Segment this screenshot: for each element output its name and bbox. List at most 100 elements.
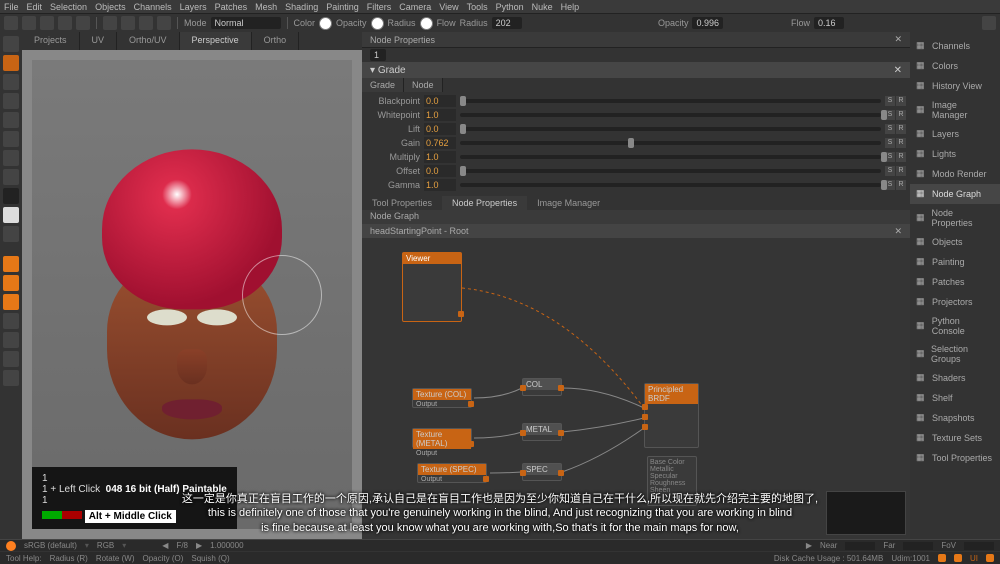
- opacity-value[interactable]: 0.996: [692, 17, 723, 29]
- close-icon[interactable]: ✕: [894, 226, 902, 237]
- node-principled-brdf[interactable]: Principled BRDF: [644, 383, 699, 448]
- erase-mode-icon[interactable]: [3, 275, 19, 291]
- bg-color-swatch[interactable]: [3, 207, 19, 223]
- panel-objects[interactable]: ▦Objects: [910, 232, 1000, 252]
- param-slider[interactable]: [460, 155, 881, 159]
- menu-tools[interactable]: Tools: [467, 2, 488, 12]
- menu-file[interactable]: File: [4, 2, 19, 12]
- menu-layers[interactable]: Layers: [180, 2, 207, 12]
- node-col[interactable]: COL: [522, 378, 562, 396]
- param-slider[interactable]: [460, 183, 881, 187]
- radius-value[interactable]: 202: [492, 17, 522, 29]
- swap-colors-icon[interactable]: [3, 226, 19, 242]
- tab-ortho[interactable]: Ortho: [252, 32, 300, 50]
- status-dot-2[interactable]: [954, 554, 962, 562]
- param-s-button[interactable]: S: [885, 138, 895, 148]
- menu-objects[interactable]: Objects: [95, 2, 126, 12]
- copy-icon[interactable]: [103, 16, 117, 30]
- paste-icon[interactable]: [121, 16, 135, 30]
- pointer-tool-icon[interactable]: [3, 36, 19, 52]
- file-save-icon[interactable]: [40, 16, 54, 30]
- tab-node-props[interactable]: Node Properties: [442, 196, 527, 210]
- param-value[interactable]: 0.0: [424, 95, 456, 107]
- grade-tab[interactable]: Grade: [362, 78, 404, 92]
- status-dot-1[interactable]: [938, 554, 946, 562]
- node-texture-spec[interactable]: Texture (SPEC)Output: [417, 463, 487, 483]
- eyedrop-tool-icon[interactable]: [3, 150, 19, 166]
- node-texture-metal[interactable]: Texture (METAL)Output: [412, 428, 472, 448]
- paint-mode-icon[interactable]: [3, 256, 19, 272]
- panel-image-manager[interactable]: ▦Image Manager: [910, 96, 1000, 124]
- text-tool-icon[interactable]: [3, 351, 19, 367]
- param-s-button[interactable]: S: [885, 96, 895, 106]
- fg-color-swatch[interactable]: [3, 188, 19, 204]
- param-r-button[interactable]: R: [896, 110, 906, 120]
- node-tab[interactable]: Node: [404, 78, 443, 92]
- menu-painting[interactable]: Painting: [326, 2, 359, 12]
- panel-modo-render[interactable]: ▦Modo Render: [910, 164, 1000, 184]
- tab-projects[interactable]: Projects: [22, 32, 80, 50]
- undo-icon[interactable]: [58, 16, 72, 30]
- menu-selection[interactable]: Selection: [50, 2, 87, 12]
- node-index[interactable]: 1: [370, 49, 386, 61]
- status-dot-3[interactable]: [986, 554, 994, 562]
- param-value[interactable]: 0.0: [424, 123, 456, 135]
- panel-channels[interactable]: ▦Channels: [910, 36, 1000, 56]
- lasso-tool-icon[interactable]: [3, 74, 19, 90]
- param-r-button[interactable]: R: [896, 96, 906, 106]
- param-r-button[interactable]: R: [896, 152, 906, 162]
- select-icon[interactable]: [139, 16, 153, 30]
- flow-radio[interactable]: [420, 17, 433, 30]
- param-slider[interactable]: [460, 141, 881, 145]
- panel-painting[interactable]: ▦Painting: [910, 252, 1000, 272]
- viewport-3d[interactable]: 1 1 + Left Click 048 16 bit (Half) Paint…: [22, 50, 362, 539]
- menu-view[interactable]: View: [439, 2, 458, 12]
- exposure-value[interactable]: 1.000000: [210, 541, 243, 550]
- node-spec[interactable]: SPEC: [522, 463, 562, 481]
- panel-node-properties[interactable]: ▦Node Properties: [910, 204, 1000, 232]
- flow-value[interactable]: 0.16: [814, 17, 844, 29]
- tab-image-mgr[interactable]: Image Manager: [527, 196, 610, 210]
- param-r-button[interactable]: R: [896, 124, 906, 134]
- param-slider[interactable]: [460, 99, 881, 103]
- param-slider[interactable]: [460, 113, 881, 117]
- rgb-label[interactable]: RGB: [97, 541, 114, 550]
- render-indicator-icon[interactable]: [6, 541, 16, 551]
- menu-edit[interactable]: Edit: [27, 2, 43, 12]
- node-metal[interactable]: METAL: [522, 423, 562, 441]
- tab-tool-props[interactable]: Tool Properties: [362, 196, 442, 210]
- tab-ortho-uv[interactable]: Ortho/UV: [117, 32, 180, 50]
- param-value[interactable]: 0.0: [424, 165, 456, 177]
- opacity-radio[interactable]: [319, 17, 332, 30]
- panel-selection-groups[interactable]: ▦Selection Groups: [910, 340, 1000, 368]
- param-slider[interactable]: [460, 127, 881, 131]
- menu-shading[interactable]: Shading: [285, 2, 318, 12]
- node-texture-col[interactable]: Texture (COL)Output: [412, 388, 472, 408]
- menu-channels[interactable]: Channels: [134, 2, 172, 12]
- param-value[interactable]: 1.0: [424, 151, 456, 163]
- panel-layers[interactable]: ▦Layers: [910, 124, 1000, 144]
- panel-node-graph[interactable]: ▦Node Graph: [910, 184, 1000, 204]
- param-value[interactable]: 1.0: [424, 109, 456, 121]
- menu-mesh[interactable]: Mesh: [255, 2, 277, 12]
- panel-shelf[interactable]: ▦Shelf: [910, 388, 1000, 408]
- param-slider[interactable]: [460, 169, 881, 173]
- menu-nuke[interactable]: Nuke: [532, 2, 553, 12]
- panel-colors[interactable]: ▦Colors: [910, 56, 1000, 76]
- node-viewer[interactable]: Viewer: [402, 252, 462, 322]
- play-icon[interactable]: ▶: [806, 541, 812, 550]
- panel-snapshots[interactable]: ▦Snapshots: [910, 408, 1000, 428]
- panel-patches[interactable]: ▦Patches: [910, 272, 1000, 292]
- param-value[interactable]: 1.0: [424, 179, 456, 191]
- param-value[interactable]: 0.762: [424, 137, 456, 149]
- pen-tool-icon[interactable]: [3, 169, 19, 185]
- param-s-button[interactable]: S: [885, 124, 895, 134]
- param-s-button[interactable]: S: [885, 166, 895, 176]
- tab-perspective[interactable]: Perspective: [180, 32, 252, 50]
- zoom-tool-icon[interactable]: [3, 112, 19, 128]
- move-icon[interactable]: [157, 16, 171, 30]
- menu-filters[interactable]: Filters: [367, 2, 392, 12]
- param-r-button[interactable]: R: [896, 138, 906, 148]
- brush-tool-icon[interactable]: [3, 55, 19, 71]
- file-open-icon[interactable]: [22, 16, 36, 30]
